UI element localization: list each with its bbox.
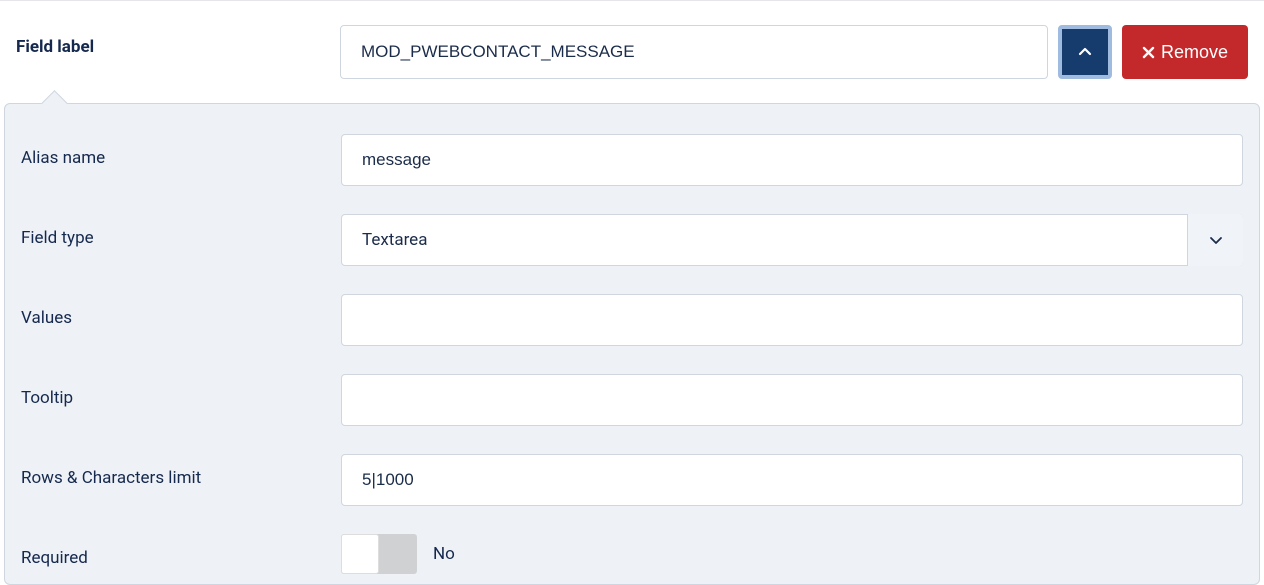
- rows-limit-input[interactable]: [341, 454, 1243, 506]
- collapse-button[interactable]: [1058, 25, 1112, 79]
- label-rows-limit: Rows & Characters limit: [21, 454, 341, 488]
- field-type-control: Textarea: [341, 214, 1243, 266]
- field-header-controls: Remove: [340, 25, 1248, 79]
- close-icon: [1142, 46, 1155, 59]
- label-tooltip: Tooltip: [21, 374, 341, 408]
- values-control: [341, 294, 1243, 346]
- required-state-label: No: [433, 544, 455, 564]
- required-control: No: [341, 534, 1243, 574]
- row-values: Values: [21, 294, 1243, 346]
- required-toggle-wrap: No: [341, 534, 1243, 574]
- tooltip-input[interactable]: [341, 374, 1243, 426]
- row-rows-limit: Rows & Characters limit: [21, 454, 1243, 506]
- field-type-value: Textarea: [341, 214, 1243, 266]
- field-editor: Field label Remove Alias name: [0, 0, 1264, 585]
- field-settings-panel: Alias name Field type Textarea Values: [4, 103, 1260, 585]
- row-required: Required No: [21, 534, 1243, 574]
- field-type-select[interactable]: Textarea: [341, 214, 1243, 266]
- required-toggle-thumb: [341, 534, 379, 574]
- label-alias: Alias name: [21, 134, 341, 168]
- remove-button[interactable]: Remove: [1122, 25, 1248, 79]
- row-field-type: Field type Textarea: [21, 214, 1243, 266]
- label-required: Required: [21, 534, 341, 568]
- field-header-row: Field label Remove: [0, 25, 1264, 79]
- alias-input[interactable]: [341, 134, 1243, 186]
- label-field-type: Field type: [21, 214, 341, 248]
- remove-button-label: Remove: [1161, 42, 1228, 63]
- required-toggle[interactable]: [341, 534, 417, 574]
- tooltip-control: [341, 374, 1243, 426]
- chevron-up-icon: [1078, 45, 1092, 59]
- field-label-input[interactable]: [340, 25, 1048, 79]
- values-input[interactable]: [341, 294, 1243, 346]
- label-values: Values: [21, 294, 341, 328]
- alias-control: [341, 134, 1243, 186]
- row-alias: Alias name: [21, 134, 1243, 186]
- field-label-title: Field label: [16, 25, 328, 57]
- rows-limit-control: [341, 454, 1243, 506]
- row-tooltip: Tooltip: [21, 374, 1243, 426]
